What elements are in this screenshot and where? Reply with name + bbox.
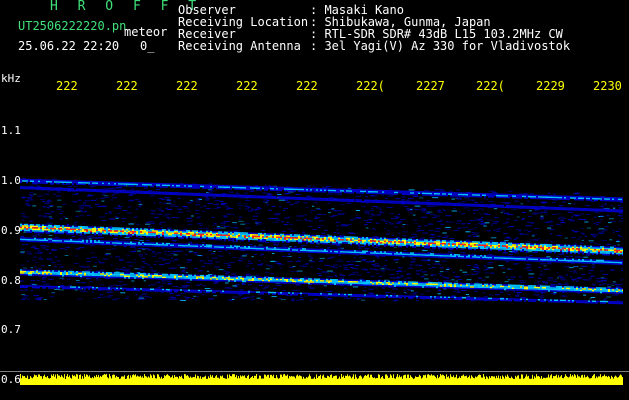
x-tick-label: 222( xyxy=(356,79,385,93)
y-tick-label: 0.6 xyxy=(1,373,21,386)
power-bar xyxy=(20,374,623,385)
type-label: meteor xyxy=(124,25,168,39)
file-name: UT2506222220.pn xyxy=(18,19,127,33)
date-time: 25.06.22 22:20 xyxy=(18,39,120,53)
x-tick-label: 222 xyxy=(296,79,318,93)
x-tick-label: 222( xyxy=(476,79,505,93)
x-tick-label: 222 xyxy=(116,79,138,93)
y-tick-label: 0.8 xyxy=(1,274,21,287)
y-tick-label: 1.1 xyxy=(1,124,21,137)
antenna-value: : 3el Yagi(V) Az 330 for Vladivostok xyxy=(310,39,571,53)
spectrogram xyxy=(20,178,623,385)
extra-value: 0_ xyxy=(140,39,155,53)
y-tick-label: 0.7 xyxy=(1,323,21,336)
antenna-label: Receiving Antenna xyxy=(178,39,301,53)
x-tick-label: 222 xyxy=(176,79,198,93)
x-tick-label: 222 xyxy=(56,79,78,93)
x-tick-label: 222 xyxy=(236,79,258,93)
y-tick-label: 0.9 xyxy=(1,224,21,237)
y-axis-label: kHz xyxy=(1,72,21,85)
y-tick-label: 1.0 xyxy=(1,174,21,187)
x-tick-label: 2227 xyxy=(416,79,445,93)
x-tick-label: 2230 xyxy=(593,79,622,93)
x-tick-label: 2229 xyxy=(536,79,565,93)
